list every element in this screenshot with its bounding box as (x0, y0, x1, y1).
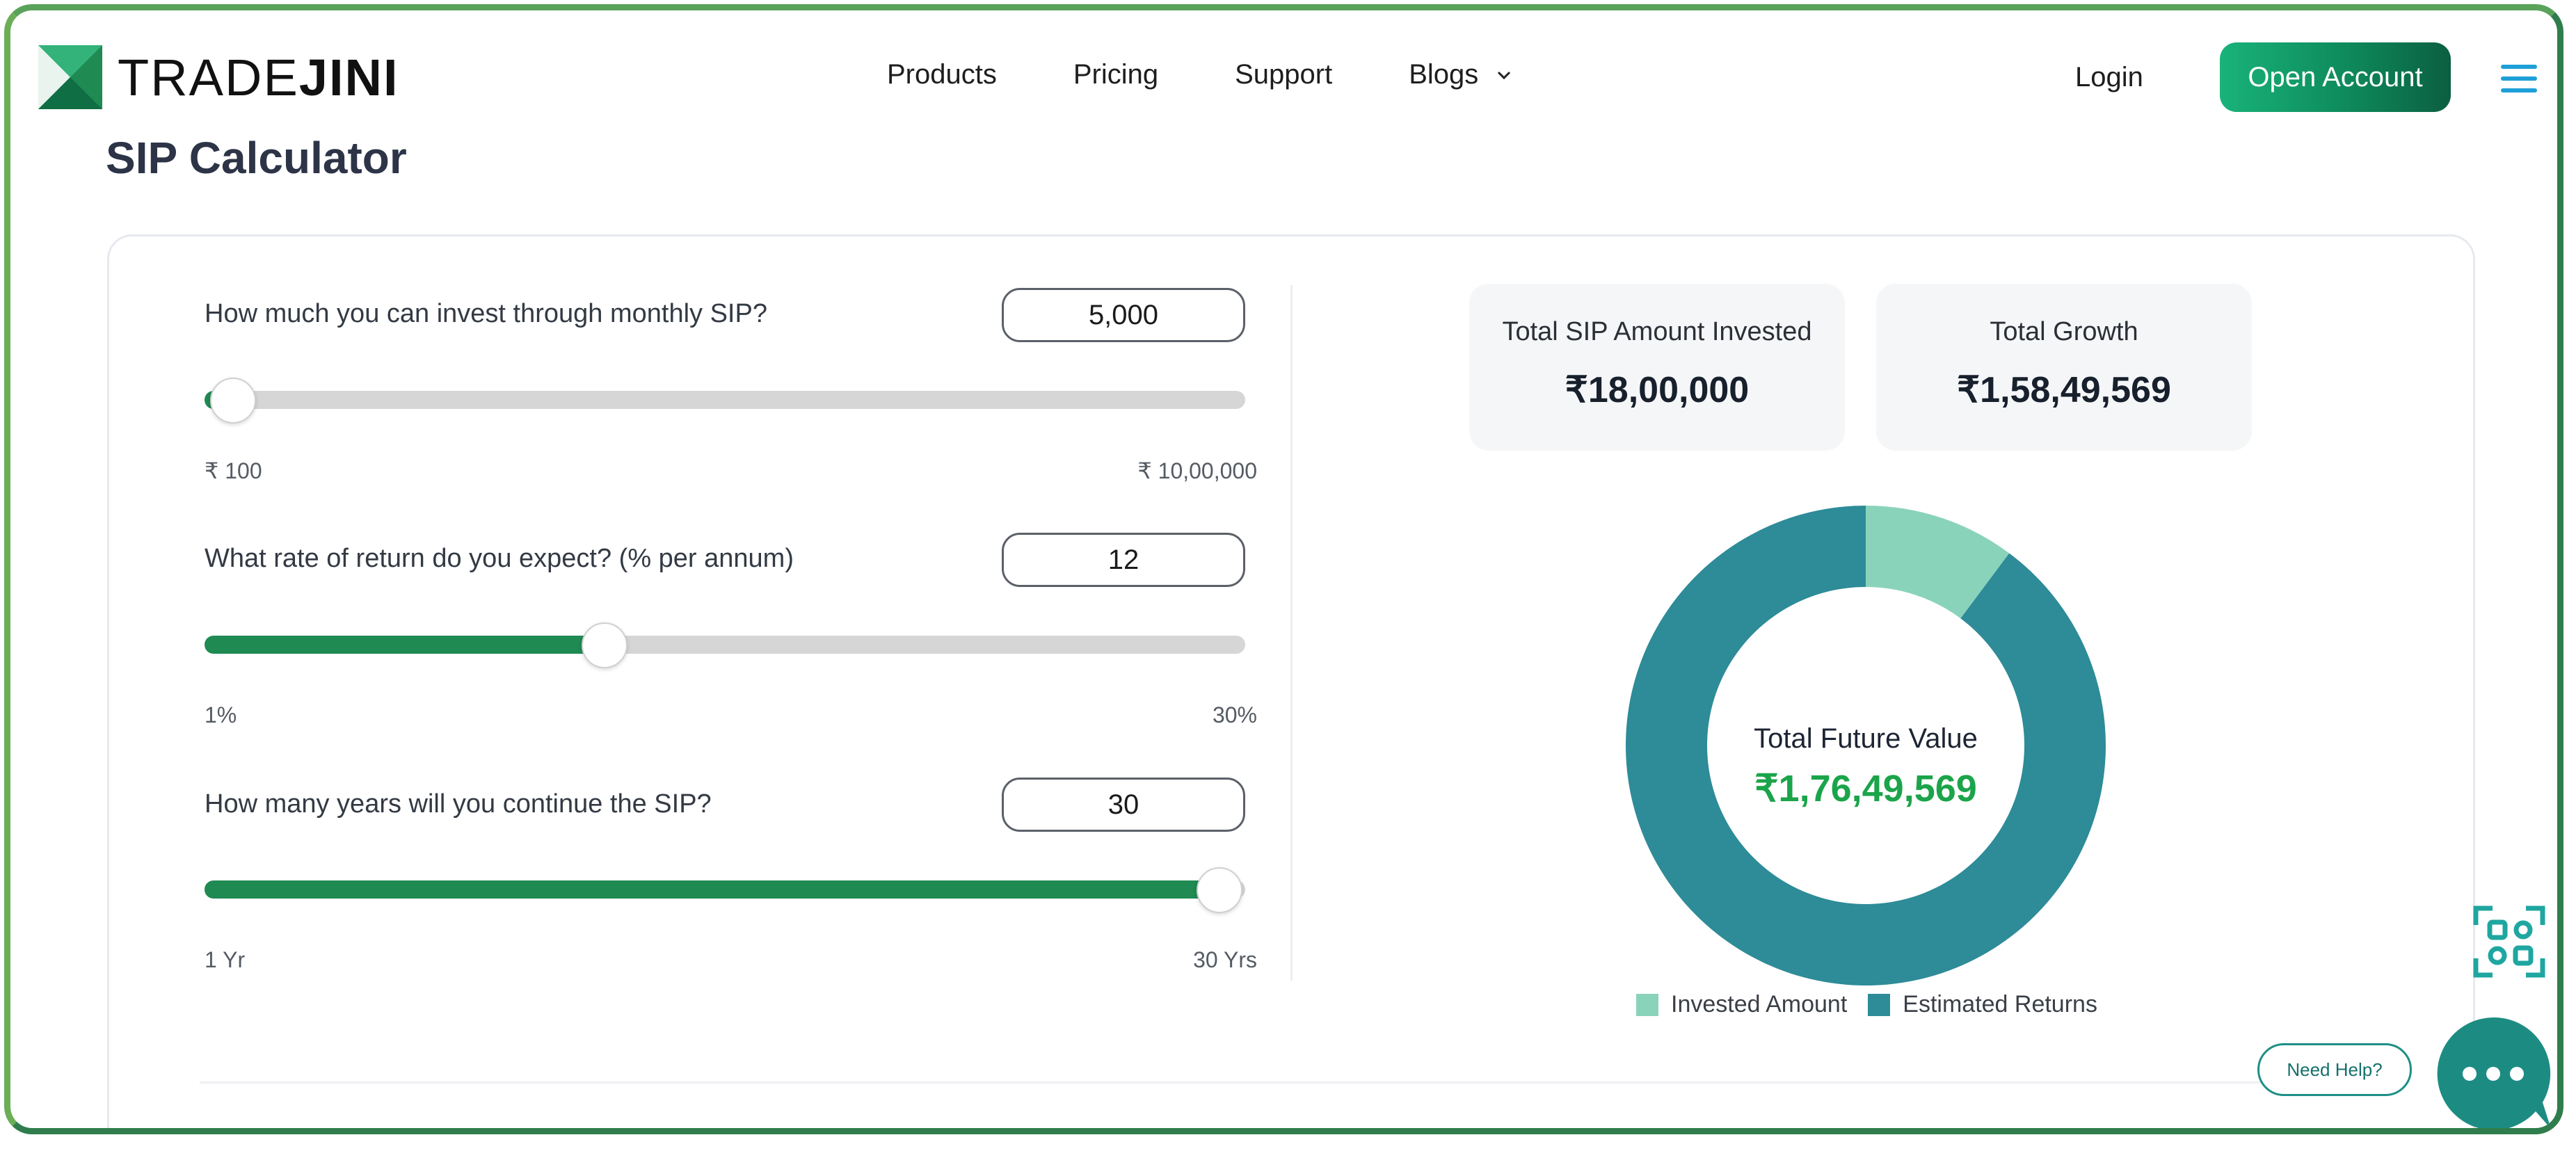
legend-swatch-returns (1868, 993, 1891, 1016)
duration-slider[interactable] (205, 867, 1245, 913)
page-title: SIP Calculator (106, 133, 407, 183)
nav-blogs-label: Blogs (1409, 59, 1479, 90)
nav-support[interactable]: Support (1235, 59, 1332, 90)
monthly-investment-min: ₹ 100 (205, 458, 262, 483)
nav-products[interactable]: Products (887, 59, 997, 90)
invested-summary-card: Total SIP Amount Invested ₹18,00,000 (1469, 284, 1845, 451)
future-value-amount: ₹1,76,49,569 (1754, 768, 1977, 810)
invested-label: Total SIP Amount Invested (1502, 317, 1812, 346)
legend-item-returns: Estimated Returns (1868, 991, 2097, 1018)
return-rate-input[interactable]: 12 (1002, 533, 1245, 587)
brand-logo[interactable]: TRADEJINI (38, 45, 399, 109)
growth-value: ₹1,58,49,569 (1957, 370, 2171, 410)
slider-fill (205, 880, 1219, 899)
top-navigation: TRADEJINI Products Pricing Support Blogs… (10, 10, 2557, 136)
legend-label-invested: Invested Amount (1671, 991, 1848, 1017)
section-divider (200, 1081, 2384, 1084)
legend-swatch-invested (1636, 993, 1658, 1016)
future-value-label: Total Future Value (1754, 723, 1978, 754)
growth-summary-card: Total Growth ₹1,58,49,569 (1876, 284, 2252, 451)
slider-thumb[interactable] (1197, 867, 1243, 913)
return-rate-max: 30% (1212, 702, 1257, 727)
duration-input[interactable]: 30 (1002, 778, 1245, 832)
column-divider (1290, 285, 1293, 981)
duration-min: 1 Yr (205, 947, 246, 972)
login-link[interactable]: Login (2075, 62, 2143, 93)
nav-links: Products Pricing Support Blogs (887, 59, 1588, 90)
monthly-investment-label: How much you can invest through monthly … (205, 299, 767, 328)
invested-value: ₹18,00,000 (1565, 370, 1750, 410)
return-rate-label: What rate of return do you expect? (% pe… (205, 544, 794, 573)
qr-scan-icon[interactable] (2472, 904, 2547, 979)
nav-blogs[interactable]: Blogs (1409, 59, 1512, 90)
menu-icon[interactable] (2501, 65, 2537, 92)
legend-item-invested: Invested Amount (1636, 991, 1847, 1018)
return-rate-slider[interactable] (205, 622, 1245, 668)
nav-pricing[interactable]: Pricing (1073, 59, 1158, 90)
duration-max: 30 Yrs (1193, 947, 1257, 972)
brand-name: TRADEJINI (118, 48, 399, 106)
slider-thumb[interactable] (209, 378, 256, 424)
monthly-investment-max: ₹ 10,00,000 (1137, 458, 1257, 483)
chat-icon[interactable] (2431, 1012, 2555, 1134)
monthly-investment-slider[interactable] (205, 378, 1245, 424)
slider-thumb[interactable] (581, 622, 627, 668)
tradejini-logo-icon (38, 45, 102, 109)
duration-label: How many years will you continue the SIP… (205, 789, 712, 819)
return-rate-min: 1% (205, 702, 237, 727)
calculator-card: How much you can invest through monthly … (107, 234, 2475, 1128)
slider-fill (205, 636, 603, 654)
browser-frame: TRADEJINI Products Pricing Support Blogs… (4, 4, 2563, 1134)
monthly-investment-input[interactable]: 5,000 (1002, 288, 1245, 342)
need-help-button[interactable]: Need Help? (2257, 1043, 2412, 1096)
chevron-down-icon (1498, 71, 1511, 79)
chart-legend: Invested Amount Estimated Returns (1636, 991, 2118, 1018)
open-account-button[interactable]: Open Account (2220, 42, 2451, 112)
growth-label: Total Growth (1990, 317, 2138, 346)
legend-label-returns: Estimated Returns (1903, 991, 2097, 1017)
